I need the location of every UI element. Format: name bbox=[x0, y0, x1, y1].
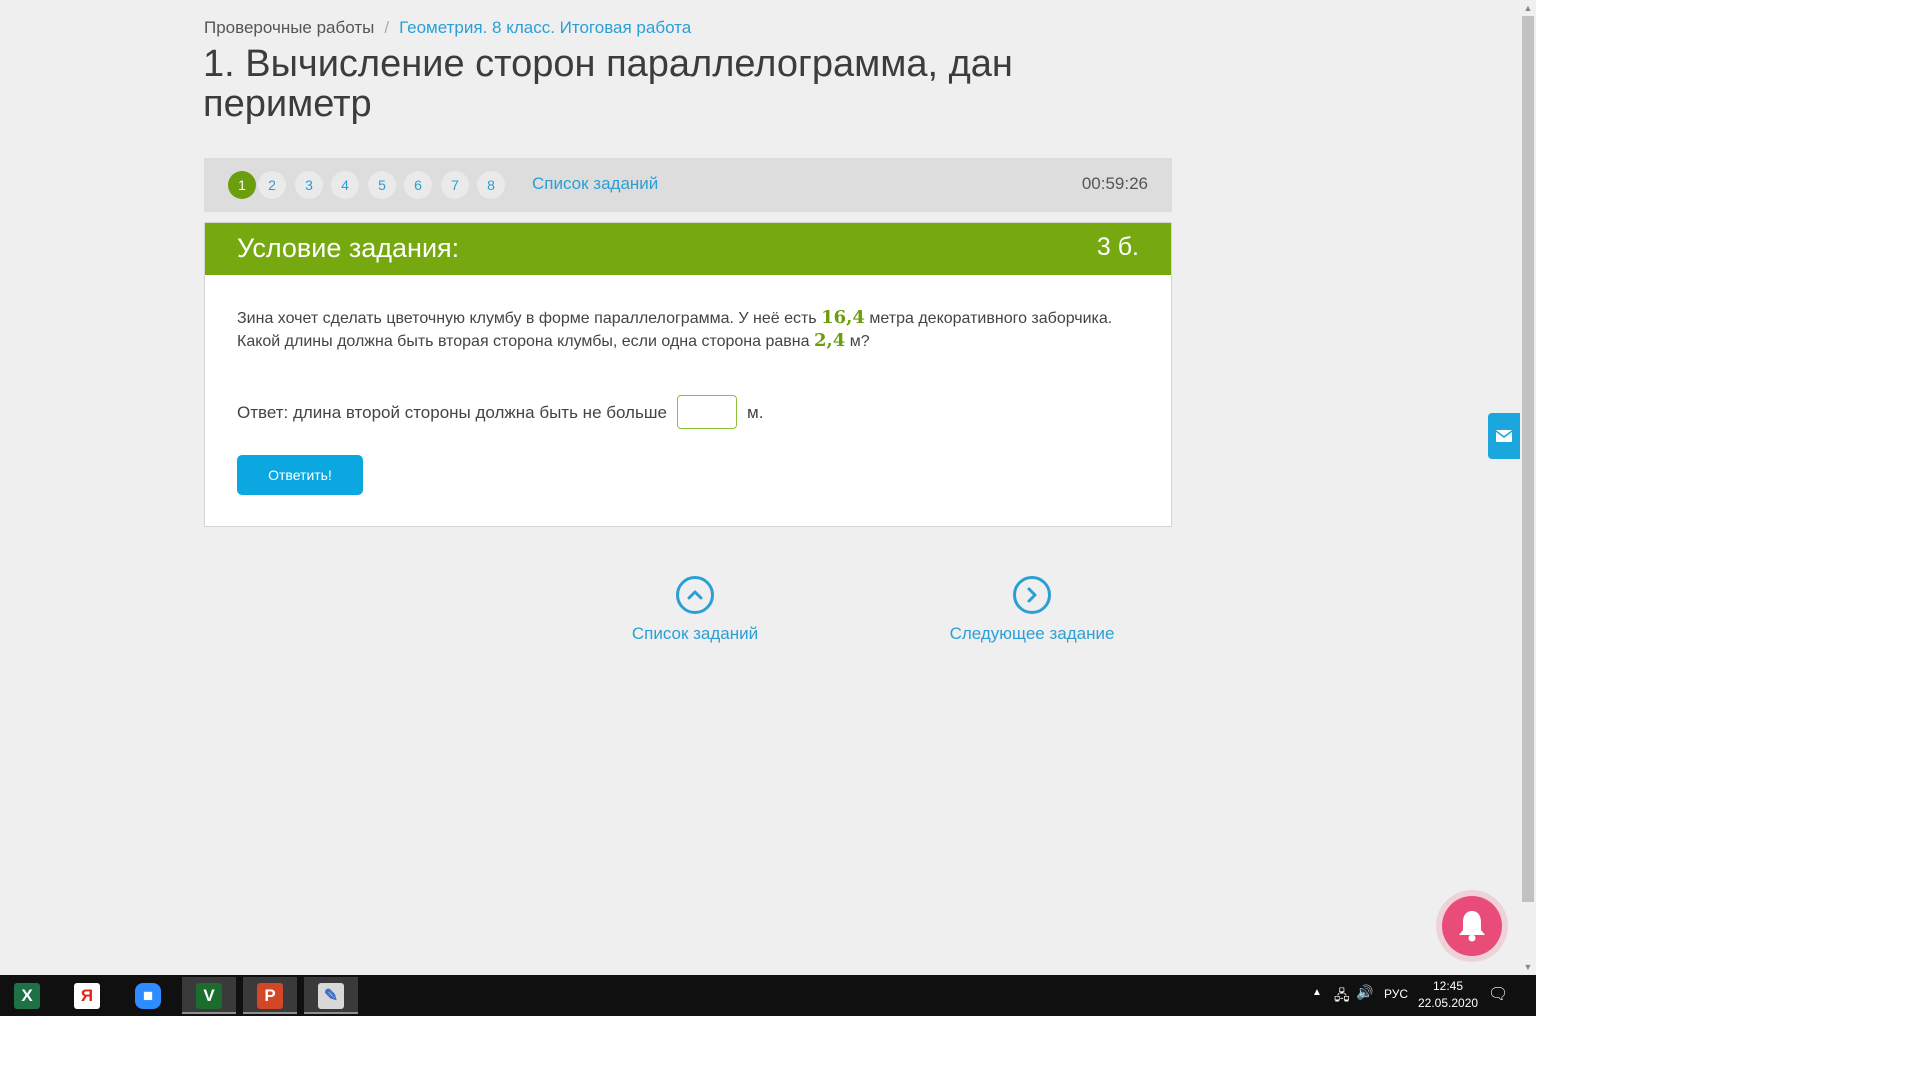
task-condition-heading: Условие задания: bbox=[237, 233, 460, 263]
chevron-up-circle-icon bbox=[676, 576, 714, 614]
mail-icon bbox=[1496, 430, 1512, 442]
network-icon[interactable]: 🖧 bbox=[1334, 985, 1350, 1016]
page-title: 1. Вычисление сторон параллелограмма, да… bbox=[203, 43, 1013, 125]
task-card: Условие задания: 3 б. Зина хочет сделать… bbox=[204, 222, 1172, 527]
task-list-link[interactable]: Список заданий bbox=[532, 174, 658, 194]
scroll-up-arrow-icon[interactable]: ▲ bbox=[1520, 0, 1536, 16]
task-text-part3: Какой длины должна быть вторая сторона к… bbox=[237, 333, 810, 350]
breadcrumb: Проверочные работы / Геометрия. 8 класс. И… bbox=[204, 18, 691, 38]
task-number-8[interactable]: 8 bbox=[477, 171, 505, 199]
task-number-2[interactable]: 2 bbox=[258, 171, 286, 199]
language-indicator[interactable]: РУС bbox=[1384, 987, 1408, 1016]
timer: 00:59:26 bbox=[1081, 174, 1148, 193]
task-number-3[interactable]: 3 bbox=[295, 171, 323, 199]
task-text-part2: метра декоративного заборчика. bbox=[869, 310, 1113, 327]
vertical-scrollbar[interactable]: ▲ ▼ bbox=[1520, 0, 1536, 975]
task-value-fence-length: 16,4 bbox=[821, 307, 865, 328]
powerpoint-icon: P bbox=[257, 983, 283, 1009]
task-text-part4: м? bbox=[849, 333, 870, 350]
excel-icon: X bbox=[14, 983, 40, 1009]
submit-answer-button[interactable]: Ответить! bbox=[237, 455, 363, 495]
zoom-icon: ■ bbox=[135, 983, 161, 1009]
taskbar-yandex-browser[interactable]: Я bbox=[60, 977, 114, 1014]
task-number-5[interactable]: 5 bbox=[368, 171, 396, 199]
chevron-right-circle-icon bbox=[1013, 576, 1051, 614]
clock-date: 22.05.2020 bbox=[1418, 996, 1479, 1010]
bell-icon bbox=[1459, 911, 1485, 942]
task-number-1[interactable]: 1 bbox=[228, 171, 256, 199]
task-value-side-length: 2,4 bbox=[813, 330, 846, 351]
action-center-icon[interactable]: 🗨 bbox=[1488, 984, 1508, 1016]
task-text-part1: Зина хочет сделать цветочную клумбу в фо… bbox=[237, 310, 817, 327]
breadcrumb-separator: / bbox=[384, 18, 390, 37]
scrollbar-thumb[interactable] bbox=[1522, 16, 1534, 902]
taskbar-powerpoint[interactable]: P bbox=[243, 977, 297, 1014]
bottom-task-list-label: Список заданий bbox=[631, 624, 759, 643]
taskbar-vim[interactable]: V bbox=[182, 977, 236, 1014]
bottom-task-list-link[interactable]: Список заданий bbox=[595, 576, 795, 644]
task-number-4[interactable]: 4 bbox=[331, 171, 359, 199]
answer-unit: м. bbox=[747, 403, 764, 422]
notification-bell-button[interactable] bbox=[1442, 896, 1502, 956]
scroll-down-arrow-icon[interactable]: ▼ bbox=[1520, 959, 1536, 975]
task-text: Зина хочет сделать цветочную клумбу в фо… bbox=[237, 307, 1117, 353]
paint-icon: ✎ bbox=[318, 983, 344, 1009]
taskbar-paint[interactable]: ✎ bbox=[304, 977, 358, 1014]
taskbar-excel[interactable]: X bbox=[0, 977, 54, 1014]
next-task-link[interactable]: Следующее задание bbox=[932, 576, 1132, 644]
volume-icon[interactable]: 🔊 bbox=[1356, 984, 1373, 1016]
task-navigation-bar: 1 2 3 4 5 6 7 8 Список заданий 00:59:26 bbox=[204, 158, 1172, 212]
breadcrumb-root[interactable]: Проверочные работы bbox=[204, 18, 374, 37]
task-points: 3 б. bbox=[1096, 233, 1139, 261]
yandex-browser-icon: Я bbox=[74, 983, 100, 1009]
clock-time: 12:45 bbox=[1432, 979, 1464, 993]
answer-input[interactable] bbox=[677, 395, 737, 429]
windows-taskbar: X Я ■ V P ✎ ▲ 🖧 🔊 РУС 12:45 22.05.2020 🗨 bbox=[0, 975, 1536, 1016]
feedback-mail-button[interactable] bbox=[1488, 413, 1520, 459]
taskbar-zoom[interactable]: ■ bbox=[121, 977, 175, 1014]
browser-page: Проверочные работы / Геометрия. 8 класс. И… bbox=[0, 0, 1520, 975]
taskbar-clock[interactable]: 12:45 22.05.2020 bbox=[1418, 975, 1478, 1016]
screen: Проверочные работы / Геометрия. 8 класс. И… bbox=[0, 0, 1536, 1016]
next-task-label: Следующее задание bbox=[949, 624, 1115, 643]
tray-expand-icon[interactable]: ▲ bbox=[1312, 987, 1322, 1016]
breadcrumb-current-link[interactable]: Геометрия. 8 класс. Итоговая работа bbox=[399, 18, 691, 37]
answer-label: Ответ: длина второй стороны должна быть … bbox=[237, 403, 667, 422]
task-number-7[interactable]: 7 bbox=[441, 171, 469, 199]
task-card-header: Условие задания: 3 б. bbox=[205, 223, 1171, 275]
vim-icon: V bbox=[196, 983, 222, 1009]
task-number-6[interactable]: 6 bbox=[404, 171, 432, 199]
